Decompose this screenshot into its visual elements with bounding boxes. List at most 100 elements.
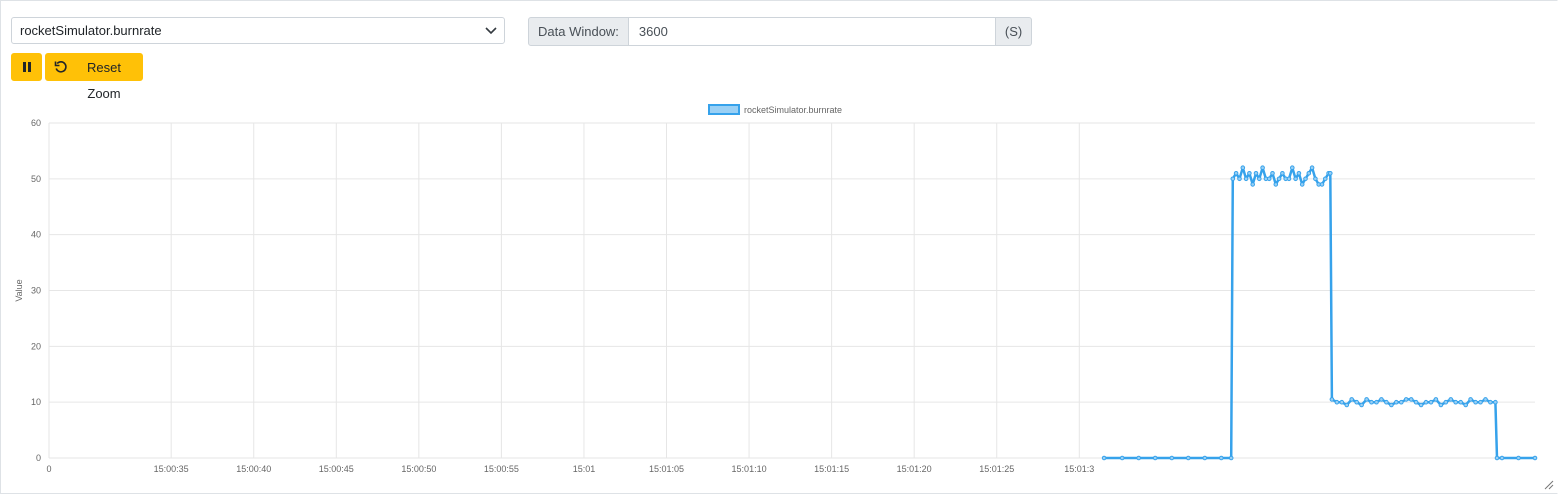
data-point	[1339, 399, 1345, 405]
pause-icon	[23, 62, 31, 72]
data-point	[1319, 182, 1325, 187]
data-point	[1290, 165, 1295, 170]
data-point	[1379, 397, 1384, 402]
data-point	[1443, 399, 1449, 405]
chevron-down-icon	[485, 27, 497, 35]
series-line	[1104, 166, 1535, 460]
x-tick-label: 15:01:3	[1064, 464, 1094, 474]
data-point	[1296, 171, 1302, 176]
data-point	[1403, 397, 1409, 402]
legend-swatch	[708, 104, 740, 115]
data-point	[1349, 397, 1354, 402]
y-tick-label: 0	[36, 453, 41, 463]
data-point	[1473, 399, 1478, 405]
data-point	[1428, 399, 1434, 405]
data-point	[1152, 455, 1158, 461]
line-chart[interactable]: 0 10 20 30 40 50 60 0 15:00:35 15:00:40 15:00:45 15…	[0, 96, 1556, 482]
data-point	[1423, 399, 1429, 405]
x-tick-label: 0	[46, 464, 51, 474]
data-point	[1280, 171, 1285, 176]
data-point	[1119, 455, 1125, 461]
data-point	[1493, 399, 1498, 405]
data-point	[1374, 399, 1379, 405]
data-point	[1433, 397, 1439, 402]
x-tick-label: 15:00:35	[154, 464, 189, 474]
x-tick-label: 15:01	[573, 464, 596, 474]
data-point	[1270, 171, 1275, 176]
data-point	[1453, 399, 1458, 405]
x-tick-label: 15:00:50	[401, 464, 436, 474]
data-point	[1458, 399, 1463, 405]
reset-zoom-button[interactable]: Reset Zoom	[45, 53, 143, 101]
resize-handle-icon[interactable]	[1544, 480, 1554, 490]
pause-button[interactable]	[11, 53, 42, 81]
x-tick-label: 15:00:55	[484, 464, 519, 474]
data-point	[1532, 455, 1538, 461]
data-window-group: Data Window: 3600 (S)	[528, 17, 1033, 46]
data-point	[1299, 182, 1305, 187]
undo-icon	[54, 61, 67, 73]
data-point	[1323, 176, 1328, 182]
data-point	[1408, 397, 1414, 402]
data-point	[1169, 455, 1175, 461]
data-point	[1219, 455, 1224, 461]
data-point	[1247, 171, 1252, 176]
data-point	[1286, 176, 1292, 182]
item-select-value: rocketSimulator.burnrate	[20, 23, 162, 38]
data-point	[1418, 402, 1424, 408]
y-tick-label: 40	[31, 230, 41, 240]
y-tick-label: 10	[31, 397, 41, 407]
x-tick-label: 15:00:45	[319, 464, 354, 474]
data-point	[1306, 171, 1312, 176]
y-tick-label: 30	[31, 286, 41, 296]
data-point	[1266, 176, 1272, 182]
data-point	[1369, 399, 1374, 405]
data-point	[1438, 402, 1444, 408]
data-point	[1237, 176, 1242, 182]
y-tick-label: 60	[31, 118, 41, 128]
data-point	[1516, 455, 1521, 461]
data-point	[1448, 397, 1454, 402]
data-point	[1260, 165, 1265, 170]
data-window-input[interactable]: 3600	[628, 17, 996, 46]
data-point	[1483, 397, 1488, 402]
data-point	[1257, 176, 1262, 182]
data-point	[1494, 455, 1500, 461]
data-point	[1303, 176, 1308, 182]
y-tick-label: 20	[31, 341, 41, 351]
data-point	[1243, 176, 1249, 182]
y-tick-label: 50	[31, 174, 41, 184]
reset-zoom-label: Reset Zoom	[87, 60, 121, 101]
data-window-unit: (S)	[995, 17, 1033, 46]
data-point	[1101, 455, 1107, 461]
x-tick-label: 15:01:05	[649, 464, 684, 474]
item-select[interactable]: rocketSimulator.burnrate	[11, 17, 505, 44]
data-point	[1309, 165, 1315, 170]
data-point	[1413, 399, 1419, 405]
data-window-label: Data Window:	[528, 17, 629, 46]
data-point	[1293, 176, 1298, 182]
data-point	[1394, 399, 1399, 405]
data-point	[1463, 402, 1468, 408]
x-tick-label: 15:01:15	[814, 464, 849, 474]
data-point	[1359, 402, 1364, 408]
data-point	[1230, 176, 1236, 182]
data-point	[1468, 397, 1473, 402]
data-point	[1488, 399, 1493, 405]
data-point	[1499, 455, 1505, 461]
data-point	[1276, 176, 1282, 182]
data-point	[1334, 399, 1340, 405]
data-point	[1364, 397, 1369, 402]
data-point	[1186, 455, 1191, 461]
data-point	[1240, 165, 1246, 170]
data-point	[1250, 182, 1255, 187]
legend-label: rocketSimulator.burnrate	[744, 105, 842, 115]
data-point	[1328, 171, 1333, 176]
data-point	[1233, 171, 1239, 176]
data-point	[1313, 176, 1318, 182]
data-point	[1202, 455, 1208, 461]
data-point	[1384, 399, 1389, 405]
data-point	[1354, 399, 1359, 405]
data-point	[1478, 399, 1483, 405]
data-point	[1273, 182, 1279, 187]
